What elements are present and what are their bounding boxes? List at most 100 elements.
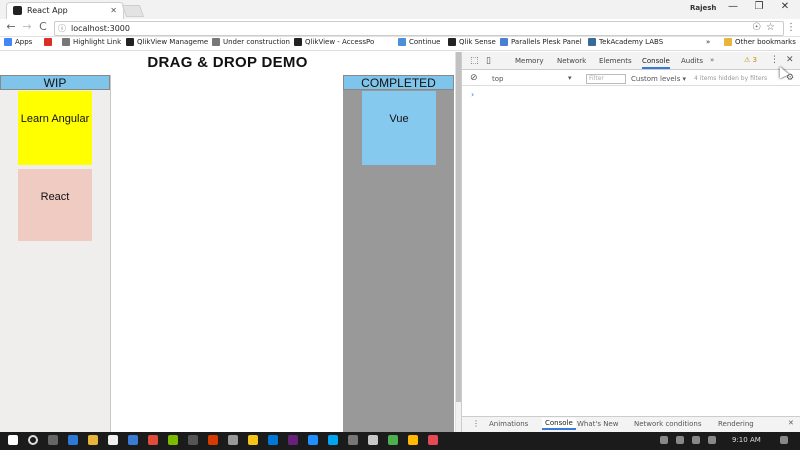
- qlik-icon: [126, 38, 134, 46]
- network-icon[interactable]: [692, 436, 700, 444]
- folder-icon: [724, 38, 732, 46]
- inspect-element-icon[interactable]: ⬚: [470, 56, 479, 66]
- zoom-icon[interactable]: ☉: [752, 22, 761, 33]
- file-explorer-icon[interactable]: [88, 435, 98, 445]
- bookmark-item[interactable]: QlikView Manageme: [126, 38, 208, 46]
- bookmark-item[interactable]: Apps: [4, 38, 32, 46]
- app-icon-2[interactable]: [168, 435, 178, 445]
- notifications-icon[interactable]: [780, 436, 788, 444]
- bookmark-item[interactable]: Highlight Link: [62, 38, 121, 46]
- bookmark-item[interactable]: [44, 38, 55, 46]
- browser-tab[interactable]: React App ✕: [6, 2, 124, 19]
- volume-icon[interactable]: [708, 436, 716, 444]
- app-viewport: DRAG & DROP DEMO WIP Learn Angular React …: [0, 52, 461, 432]
- tray-icon-1[interactable]: [660, 436, 668, 444]
- task-card[interactable]: Learn Angular: [18, 91, 92, 165]
- app-icon-9[interactable]: [348, 435, 358, 445]
- maximize-icon[interactable]: ❐: [746, 1, 772, 12]
- mail-icon[interactable]: [128, 435, 138, 445]
- devtools-tab-elements[interactable]: Elements: [599, 57, 632, 65]
- task-card-label: React: [40, 191, 70, 203]
- bookmark-item[interactable]: Continue: [398, 38, 440, 46]
- bookmarks-overflow-icon[interactable]: »: [706, 38, 710, 46]
- task-view-icon[interactable]: [48, 435, 58, 445]
- chrome-icon[interactable]: [248, 435, 258, 445]
- drawer-tab-animations[interactable]: Animations: [489, 420, 528, 428]
- bookmark-item[interactable]: QlikView - AccessPo: [294, 38, 374, 46]
- app-icon-7[interactable]: [308, 435, 318, 445]
- devtools-tab-console[interactable]: Console: [642, 57, 670, 69]
- taskbar-clock[interactable]: 9:10 AM: [732, 436, 761, 444]
- folder-icon: [398, 38, 406, 46]
- devtools-menu-icon[interactable]: ⋮: [770, 55, 779, 65]
- app-icon-6[interactable]: [268, 435, 278, 445]
- bookmark-item[interactable]: Parallels Plesk Panel: [500, 38, 582, 46]
- tray-icon-2[interactable]: [676, 436, 684, 444]
- app-icon-5[interactable]: [228, 435, 238, 445]
- bookmark-item[interactable]: Qlik Sense: [448, 38, 496, 46]
- drawer-tab-what-s-new[interactable]: What's New: [577, 420, 618, 428]
- clear-console-icon[interactable]: ⊘: [470, 73, 478, 83]
- devtools-panel: ⬚ ▯ Memory Network Elements Console Audits »…: [461, 52, 800, 432]
- back-arrow-icon[interactable]: ←: [4, 20, 18, 33]
- task-card-label: Learn Angular: [20, 113, 90, 125]
- drawer-close-icon[interactable]: ✕: [788, 419, 794, 427]
- page-icon: [212, 38, 220, 46]
- console-filter-input[interactable]: Filter: [586, 74, 626, 84]
- cortana-icon[interactable]: [28, 435, 38, 445]
- task-card[interactable]: React: [18, 169, 92, 241]
- devtools-tab-audits[interactable]: Audits: [681, 57, 703, 65]
- drawer-tab-console[interactable]: Console: [542, 418, 576, 430]
- completed-column-header: COMPLETED: [343, 75, 454, 90]
- store-icon[interactable]: [108, 435, 118, 445]
- device-toolbar-icon[interactable]: ▯: [486, 56, 491, 66]
- log-levels-dropdown[interactable]: Custom levels ▾: [631, 75, 686, 83]
- tek-icon: [588, 38, 596, 46]
- close-window-icon[interactable]: ✕: [772, 1, 798, 12]
- app-icon-3[interactable]: [188, 435, 198, 445]
- new-tab-button[interactable]: [121, 5, 145, 17]
- warning-icon[interactable]: ⚠ 3: [744, 56, 757, 64]
- drawer-menu-icon[interactable]: ⋮: [472, 419, 480, 428]
- bookmark-item[interactable]: Under construction: [212, 38, 290, 46]
- bookmark-star-icon[interactable]: ☆: [766, 22, 775, 33]
- drawer-tab-rendering[interactable]: Rendering: [718, 420, 754, 428]
- windows-start-icon[interactable]: [8, 435, 18, 445]
- profile-name[interactable]: Rajesh: [690, 4, 716, 12]
- gmail-icon: [44, 38, 52, 46]
- devtools-close-icon[interactable]: ✕: [786, 55, 794, 65]
- console-prompt[interactable]: ›: [471, 90, 474, 99]
- task-card-label: Vue: [389, 113, 409, 125]
- context-selector[interactable]: top: [492, 75, 503, 83]
- app-icon-8[interactable]: [328, 435, 338, 445]
- address-bar[interactable]: localhost:3000: [54, 21, 784, 36]
- devtools-more-tabs-icon[interactable]: »: [710, 56, 714, 64]
- app-icon-13[interactable]: [428, 435, 438, 445]
- drawer-tab-network-conditions[interactable]: Network conditions: [634, 420, 701, 428]
- app-icon-12[interactable]: [408, 435, 418, 445]
- wip-column-header: WIP: [0, 75, 110, 90]
- tab-close-icon[interactable]: ✕: [110, 3, 117, 18]
- completed-column[interactable]: COMPLETED Vue: [343, 75, 454, 432]
- plesk-icon: [500, 38, 508, 46]
- devtools-tab-memory[interactable]: Memory: [515, 57, 543, 65]
- task-card[interactable]: Vue: [362, 91, 436, 165]
- forward-arrow-icon[interactable]: →: [20, 20, 34, 33]
- vscode-icon[interactable]: [288, 435, 298, 445]
- app-icon-11[interactable]: [388, 435, 398, 445]
- devtools-tab-network[interactable]: Network: [557, 57, 586, 65]
- browser-menu-icon[interactable]: ⋮: [786, 22, 796, 33]
- edge-icon[interactable]: [68, 435, 78, 445]
- app-icon-1[interactable]: [148, 435, 158, 445]
- minimize-icon[interactable]: —: [720, 1, 746, 12]
- reload-icon[interactable]: C: [36, 20, 50, 33]
- app-icon-10[interactable]: [368, 435, 378, 445]
- other-bookmarks[interactable]: Other bookmarks: [724, 38, 796, 46]
- wip-column[interactable]: WIP Learn Angular React: [0, 75, 111, 432]
- context-dropdown-icon[interactable]: ▾: [568, 74, 572, 82]
- site-info-icon[interactable]: ⓘ: [58, 23, 66, 34]
- bookmark-item[interactable]: TekAcademy LABS: [588, 38, 663, 46]
- url-text: localhost:3000: [71, 24, 130, 33]
- app-icon-4[interactable]: [208, 435, 218, 445]
- apps-grid-icon: [4, 38, 12, 46]
